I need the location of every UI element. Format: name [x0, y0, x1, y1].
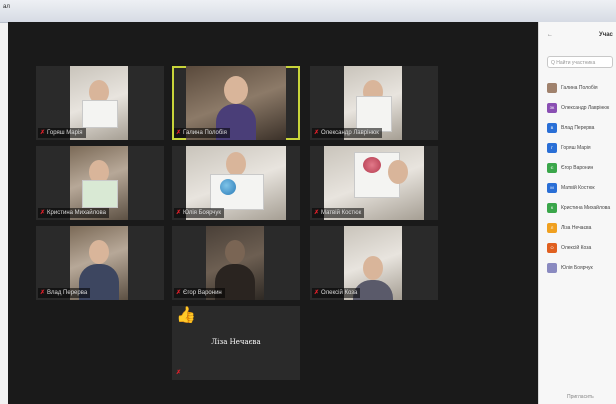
panel-header: ← Учас	[539, 32, 616, 46]
mic-muted-icon: ✗	[176, 370, 182, 376]
participant-face	[225, 240, 245, 264]
video-tile[interactable]: ✗ Олександр Лаврінюк	[310, 66, 438, 140]
participant-list-item[interactable]: Л Ліза Нечаєва	[547, 218, 616, 238]
participant-list-item[interactable]: Галина Полобія	[547, 78, 616, 98]
participant-list-item[interactable]: О Олексій Коза	[547, 238, 616, 258]
mic-muted-icon: ✗	[314, 290, 320, 296]
video-tile[interactable]: ✗ Горяш Марія	[36, 66, 164, 140]
video-tile-camera-off[interactable]: 👍 Ліза Нечаєва ✗	[172, 306, 300, 380]
participant-list-item[interactable]: Юлія Боярчук	[547, 258, 616, 278]
participant-name: Юлія Боярчук	[561, 265, 593, 271]
mic-muted-icon: ✗	[40, 290, 46, 296]
participant-list-item[interactable]: Г Горяш Марія	[547, 138, 616, 158]
participant-name: Влад Перерва	[561, 125, 595, 131]
participant-list-item[interactable]: Є Єгор Варонин	[547, 158, 616, 178]
participant-name: Єгор Варонин	[561, 165, 594, 171]
participant-search-input[interactable]: Q Найти участника	[547, 56, 613, 68]
participant-name: Ліза Нечаєва	[561, 225, 592, 231]
camera-off-name: Ліза Нечаєва	[211, 338, 261, 346]
panel-title: Учас	[599, 32, 613, 38]
video-tile[interactable]: ✗ Єгор Варонин	[172, 226, 300, 300]
tile-nameplate: ✗ Юлія Боярчук	[174, 208, 225, 218]
video-gallery: ✗ Горяш Марія ✗ Галина Полобія ✗ Олексан…	[8, 22, 538, 404]
avatar: ЗК	[547, 103, 557, 113]
video-tile[interactable]: ✗ Кристина Михайлова	[36, 146, 164, 220]
tile-name: Юлія Боярчук	[183, 210, 222, 216]
mic-muted-icon: ✗	[176, 210, 182, 216]
tile-name: Матвій Костюк	[321, 210, 362, 216]
tile-name: Влад Перерва	[47, 290, 88, 296]
participant-list-item[interactable]: В Влад Перерва	[547, 118, 616, 138]
avatar: Є	[547, 163, 557, 173]
video-tile[interactable]: ✗ Олексій Коза	[310, 226, 438, 300]
tile-nameplate: ✗ Матвій Костюк	[312, 208, 365, 218]
avatar: О	[547, 243, 557, 253]
participant-list: Галина Полобія ЗК Олександр Лаврінюк В Влад …	[547, 78, 616, 278]
participant-list-item[interactable]: М Матвій Костюк	[547, 178, 616, 198]
participants-panel: ← Учас Q Найти участника Галина Полобія З…	[538, 22, 616, 404]
mic-muted-icon: ✗	[314, 130, 320, 136]
participant-name: Кристина Михайлова	[561, 205, 611, 211]
video-tile[interactable]: ✗ Юлія Боярчук	[172, 146, 300, 220]
tile-nameplate: ✗ Галина Полобія	[174, 128, 230, 138]
participant-name: Матвій Костюк	[561, 185, 595, 191]
mic-muted-icon: ✗	[314, 210, 320, 216]
tile-nameplate: ✗ Єгор Варонин	[174, 288, 225, 298]
participant-name: Галина Полобія	[561, 85, 598, 91]
video-tile[interactable]: ✗ Матвій Костюк	[310, 146, 438, 220]
tile-name: Олександр Лаврінюк	[321, 130, 379, 136]
held-paper	[82, 100, 118, 128]
participant-list-item[interactable]: К Кристина Михайлова	[547, 198, 616, 218]
window-titlebar: ал	[0, 0, 616, 23]
tile-nameplate: ✗ Кристина Михайлова	[38, 208, 109, 218]
video-tile-active-speaker[interactable]: ✗ Галина Полобія	[172, 66, 300, 140]
avatar: В	[547, 123, 557, 133]
avatar: Г	[547, 143, 557, 153]
video-tile[interactable]: ✗ Влад Перерва	[36, 226, 164, 300]
invite-button[interactable]: Пригласить	[567, 394, 594, 400]
participant-list-item[interactable]: ЗК Олександр Лаврінюк	[547, 98, 616, 118]
participant-face	[388, 160, 408, 184]
tile-name: Олексій Коза	[321, 290, 358, 296]
participant-face	[363, 256, 383, 280]
tile-nameplate: ✗ Влад Перерва	[38, 288, 91, 298]
tile-nameplate: ✗ Олександр Лаврінюк	[312, 128, 382, 138]
tile-name: Галина Полобія	[183, 130, 227, 136]
tile-nameplate: ✗	[174, 368, 184, 378]
tile-nameplate: ✗ Олексій Коза	[312, 288, 361, 298]
avatar	[547, 83, 557, 93]
participant-face	[226, 152, 246, 176]
tile-name: Єгор Варонин	[183, 290, 222, 296]
participant-face	[224, 76, 248, 104]
participant-name: Горяш Марія	[561, 145, 591, 151]
participant-name: Олексій Коза	[561, 245, 592, 251]
held-paper	[82, 180, 118, 208]
held-paper	[356, 96, 392, 132]
window-title: ал	[3, 4, 10, 10]
globe-drawing	[210, 174, 264, 210]
participant-face	[89, 240, 109, 264]
mic-muted-icon: ✗	[40, 210, 46, 216]
mic-muted-icon: ✗	[176, 130, 182, 136]
avatar: М	[547, 183, 557, 193]
tile-nameplate: ✗ Горяш Марія	[38, 128, 86, 138]
participant-name: Олександр Лаврінюк	[561, 105, 610, 111]
mic-muted-icon: ✗	[176, 290, 182, 296]
avatar: Л	[547, 223, 557, 233]
tile-name: Горяш Марія	[47, 130, 83, 136]
avatar	[547, 263, 557, 273]
thumbs-up-icon: 👍	[176, 307, 196, 324]
back-arrow-icon[interactable]: ←	[547, 32, 553, 38]
avatar: К	[547, 203, 557, 213]
tile-name: Кристина Михайлова	[47, 210, 106, 216]
mic-muted-icon: ✗	[40, 130, 46, 136]
